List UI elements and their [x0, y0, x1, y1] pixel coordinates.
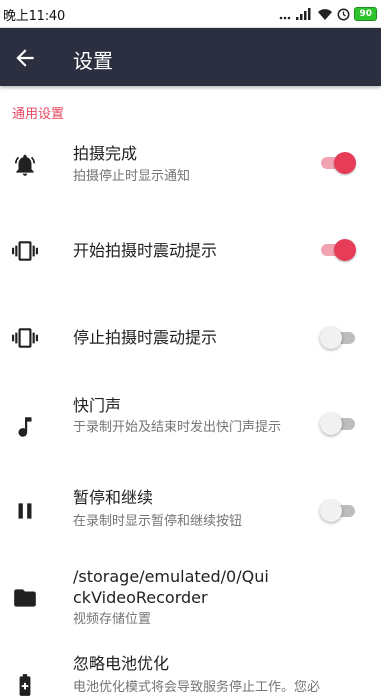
app-bar: 设置	[0, 28, 381, 86]
setting-title: 停止拍摄时震动提示	[73, 328, 218, 347]
toggle-capture-complete[interactable]	[320, 152, 356, 174]
vibrate-icon	[12, 241, 38, 261]
setting-summary: 电池优化模式将会导致服务停止工作。您必	[73, 680, 321, 695]
setting-title: 开始拍摄时震动提示	[73, 241, 218, 260]
music-note-icon	[18, 417, 32, 437]
battery-indicator: 90	[354, 7, 377, 21]
setting-row-ignore-battery[interactable]: 忽略电池优化 电池优化模式将会导致服务停止工作。您必	[0, 652, 381, 696]
section-header-general: 通用设置	[12, 107, 65, 122]
pause-icon	[18, 503, 32, 519]
status-time: 晚上11:40	[3, 9, 66, 24]
setting-row-start-vibrate[interactable]: 开始拍摄时震动提示	[0, 225, 381, 277]
page-title: 设置	[73, 49, 113, 73]
setting-title: 暂停和继续	[73, 488, 154, 507]
setting-row-pause-resume[interactable]: 暂停和继续 在录制时显示暂停和继续按钮	[0, 486, 381, 536]
signal-icon	[296, 8, 311, 20]
setting-title: 忽略电池优化	[73, 654, 170, 673]
battery-plus-icon	[19, 674, 31, 696]
setting-row-stop-vibrate[interactable]: 停止拍摄时震动提示	[0, 312, 381, 364]
setting-row-shutter-sound[interactable]: 快门声 于录制开始及结束时发出快门声提示	[0, 394, 381, 458]
toggle-stop-vibrate[interactable]	[320, 327, 356, 349]
setting-row-storage-location[interactable]: /storage/emulated/0/QuickVideoRecorder 视…	[0, 566, 381, 632]
vibrate-icon	[12, 328, 38, 348]
toggle-shutter-sound[interactable]	[320, 413, 356, 435]
setting-title: /storage/emulated/0/QuickVideoRecorder	[73, 567, 269, 607]
alarm-icon	[338, 8, 350, 21]
setting-summary: 拍摄停止时显示通知	[73, 169, 191, 184]
back-arrow-icon[interactable]	[12, 45, 38, 71]
toggle-pause-resume[interactable]	[320, 500, 356, 522]
setting-summary: 在录制时显示暂停和继续按钮	[73, 514, 243, 529]
toggle-start-vibrate[interactable]	[320, 239, 356, 261]
dots-icon	[280, 16, 291, 20]
wifi-icon	[318, 9, 333, 20]
setting-title: 拍摄完成	[73, 144, 138, 163]
setting-summary: 视频存储位置	[73, 612, 152, 627]
setting-summary: 于录制开始及结束时发出快门声提示	[73, 420, 282, 435]
bell-ringing-icon	[14, 154, 36, 176]
setting-row-capture-complete[interactable]: 拍摄完成 拍摄停止时显示通知	[0, 140, 381, 198]
status-bar: 晚上11:40 90	[0, 0, 381, 28]
folder-icon	[14, 589, 36, 607]
setting-title: 快门声	[73, 396, 122, 415]
status-icons: 90	[279, 5, 377, 23]
